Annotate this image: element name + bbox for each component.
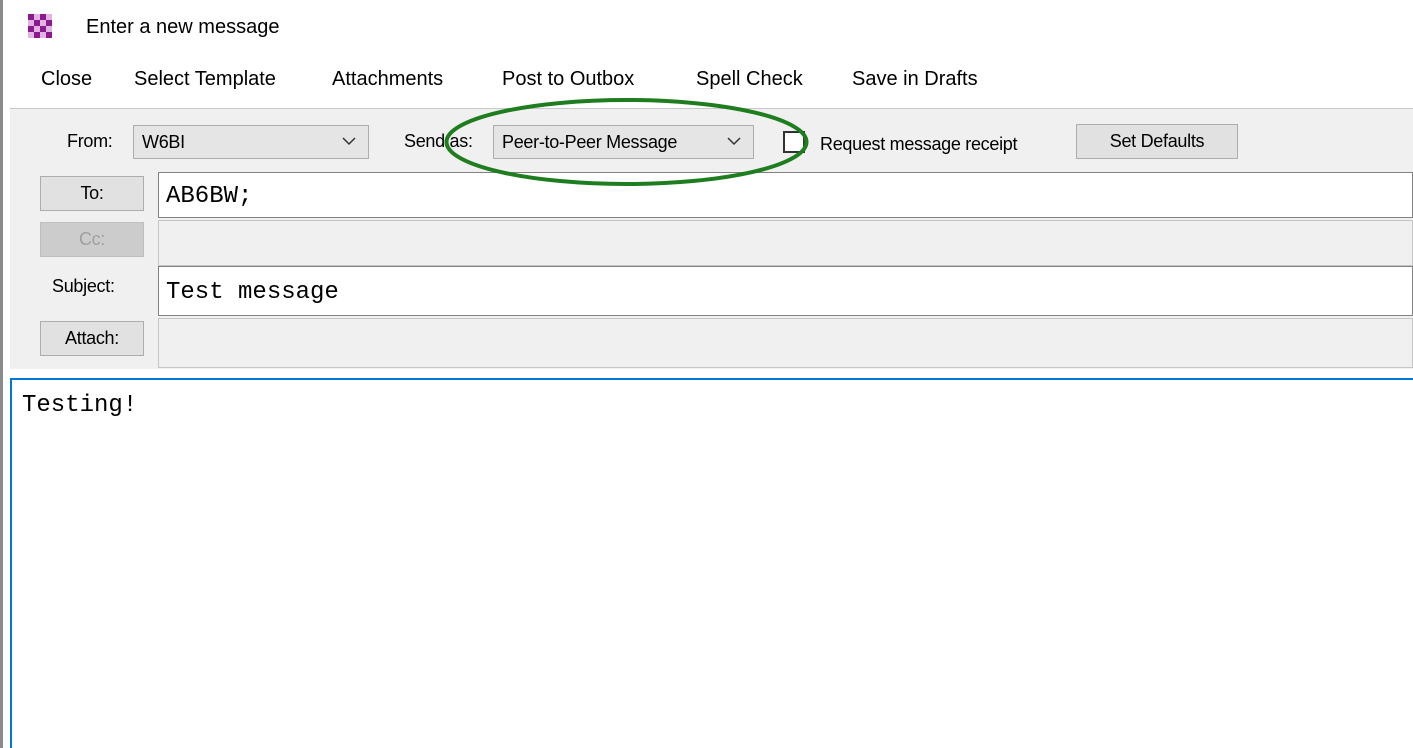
menu-attachments[interactable]: Attachments: [332, 68, 443, 91]
cc-button[interactable]: Cc:: [40, 222, 144, 257]
attach-button[interactable]: Attach:: [40, 321, 144, 356]
send-as-label: Send as:: [404, 131, 473, 151]
to-value: AB6BW;: [166, 183, 253, 210]
menu-select-template[interactable]: Select Template: [134, 68, 276, 91]
menu-spell-check[interactable]: Spell Check: [696, 68, 803, 91]
chevron-down-icon: [727, 137, 741, 146]
message-body-editor[interactable]: Testing!: [10, 378, 1413, 748]
send-as-value: Peer-to-Peer Message: [502, 132, 678, 152]
cc-field[interactable]: [158, 220, 1413, 266]
menu-close[interactable]: Close: [41, 68, 92, 91]
to-button[interactable]: To:: [40, 176, 144, 211]
attach-field[interactable]: [158, 318, 1413, 368]
from-value: W6BI: [142, 132, 185, 152]
request-receipt-checkbox[interactable]: [783, 131, 805, 153]
menu-bar: Close Select Template Attachments Post t…: [3, 58, 1413, 104]
from-label: From:: [67, 131, 113, 151]
subject-label: Subject:: [52, 276, 115, 296]
set-defaults-button[interactable]: Set Defaults: [1076, 124, 1238, 159]
request-receipt-label: Request message receipt: [820, 134, 1018, 154]
window-left-border: [0, 0, 3, 748]
window-title: Enter a new message: [86, 16, 280, 38]
title-bar: Enter a new message: [3, 0, 1413, 58]
subject-value: Test message: [166, 279, 339, 306]
chevron-down-icon: [342, 137, 356, 146]
subject-field[interactable]: Test message: [158, 266, 1413, 316]
send-as-dropdown[interactable]: Peer-to-Peer Message: [493, 125, 754, 159]
menu-post-to-outbox[interactable]: Post to Outbox: [502, 68, 634, 91]
to-field[interactable]: AB6BW;: [158, 172, 1413, 218]
app-icon: [28, 14, 52, 38]
from-dropdown[interactable]: W6BI: [133, 125, 369, 159]
menu-save-in-drafts[interactable]: Save in Drafts: [852, 68, 978, 91]
message-body-text: Testing!: [22, 392, 138, 419]
